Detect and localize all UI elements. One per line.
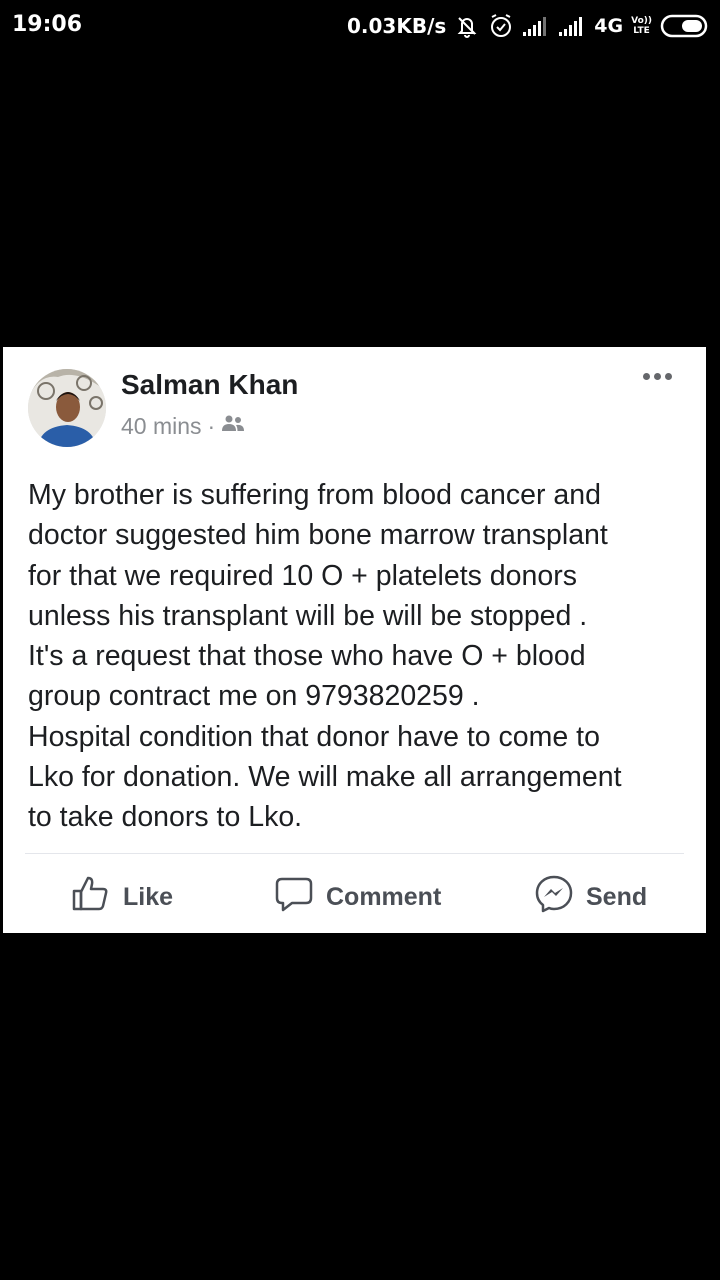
send-button[interactable]: Send [534,873,647,921]
more-dot [665,373,672,380]
more-dot [654,373,661,380]
author-name[interactable]: Salman Khan [121,369,298,401]
volte-bottom: LTE [633,26,650,36]
friends-icon[interactable] [221,413,245,440]
comment-label: Comment [326,882,442,911]
post-text: My brother is suffering from blood cance… [28,479,622,834]
signal-icon [558,15,586,37]
network-type: 4G [594,15,624,37]
alarm-icon [488,13,514,39]
signal-icon [522,15,550,37]
volte-top: Vo)) [631,16,652,26]
comment-button[interactable]: Comment [274,873,441,921]
network-speed: 0.03KB/s [346,14,447,38]
send-label: Send [586,882,648,911]
meta-separator: · [207,413,216,439]
divider [25,853,684,854]
mute-icon [454,13,480,39]
messenger-icon [534,874,574,921]
status-bar: 19:06 0.03KB/s 4G Vo)) LTE [0,0,720,52]
more-dot [643,373,650,380]
post-meta: 40 mins · [121,413,245,440]
comment-icon [274,874,314,921]
battery-icon [660,13,710,39]
post-card: Salman Khan 40 mins · My brother is suff… [3,347,706,933]
avatar[interactable] [28,369,106,447]
post-timestamp[interactable]: 40 mins [121,413,202,440]
status-icons: 0.03KB/s 4G Vo)) LTE [347,10,710,42]
like-icon [71,874,111,921]
volte-indicator: Vo)) LTE [631,16,652,36]
status-time: 19:06 [12,12,83,37]
more-options-button[interactable] [643,373,672,380]
screen: 19:06 0.03KB/s 4G Vo)) LTE Salman Khan 4… [0,0,720,1280]
like-button[interactable]: Like [71,873,173,921]
like-label: Like [123,882,174,911]
